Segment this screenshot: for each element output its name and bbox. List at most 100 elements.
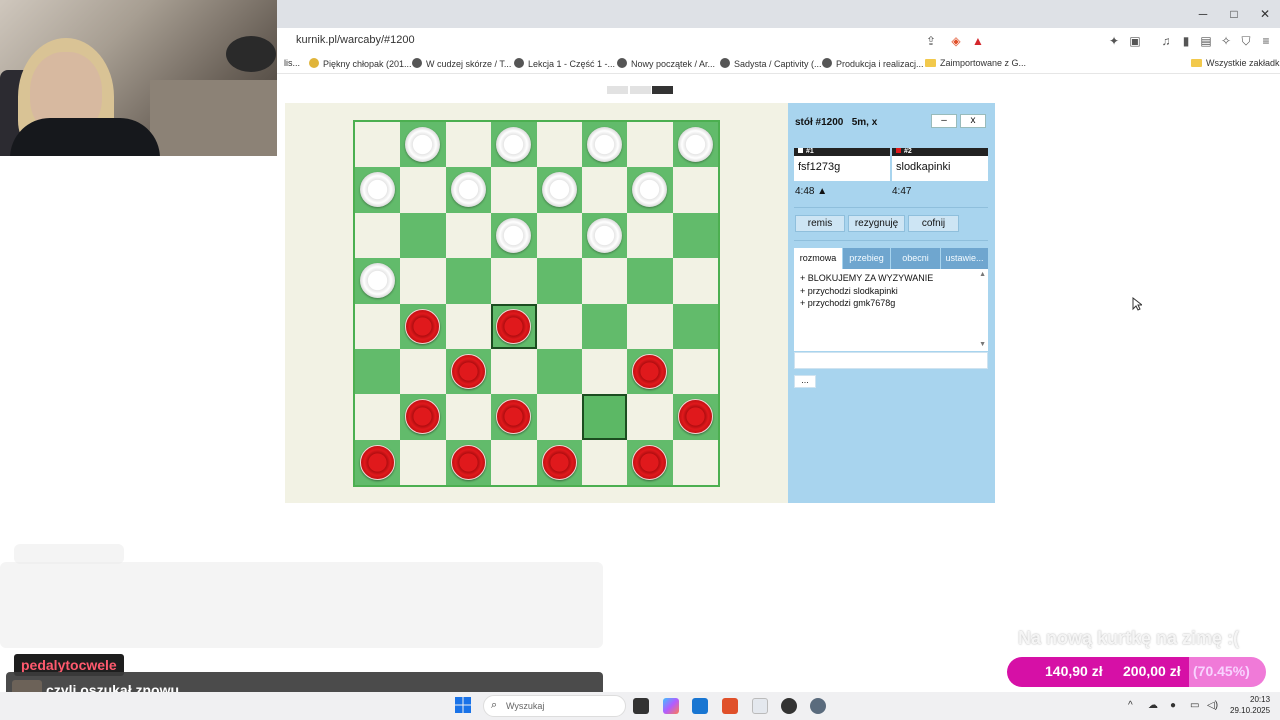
copilot-icon[interactable] <box>663 698 679 714</box>
board-square[interactable] <box>400 212 446 259</box>
nav-first-button[interactable] <box>607 86 628 94</box>
microphone-icon[interactable]: ● <box>1170 700 1176 711</box>
red-piece[interactable] <box>632 444 668 480</box>
white-piece[interactable] <box>450 172 486 208</box>
board-square[interactable] <box>445 258 492 304</box>
board-square[interactable] <box>673 349 718 394</box>
white-piece[interactable] <box>360 172 395 208</box>
white-piece[interactable] <box>586 127 622 162</box>
board-square[interactable] <box>627 258 673 304</box>
board-square[interactable] <box>355 394 400 439</box>
board-square[interactable] <box>355 122 400 167</box>
board-square[interactable] <box>491 349 536 394</box>
tab-search-icon[interactable]: ▣ <box>1127 33 1143 49</box>
white-piece[interactable] <box>632 172 668 208</box>
tab-settings[interactable]: ustawie... <box>941 248 988 269</box>
wallet-icon[interactable]: ▤ <box>1198 33 1214 49</box>
board-square[interactable] <box>400 440 445 485</box>
red-piece[interactable] <box>450 353 486 389</box>
red-piece[interactable] <box>360 444 395 480</box>
leo-ai-icon[interactable]: ✧ <box>1218 33 1234 49</box>
board-square[interactable] <box>673 258 718 303</box>
board-square[interactable] <box>537 304 582 349</box>
brave-browser-icon[interactable] <box>722 698 738 714</box>
board-square[interactable] <box>446 122 491 167</box>
red-piece[interactable] <box>496 399 532 435</box>
red-piece[interactable] <box>677 399 713 435</box>
network-icon[interactable]: ▭ <box>1190 700 1199 711</box>
brave-rewards-icon[interactable]: ▲ <box>970 33 986 49</box>
tab-chat[interactable]: rozmowa <box>794 248 842 269</box>
red-piece[interactable] <box>405 308 441 344</box>
maximize-window-button[interactable]: □ <box>1219 4 1249 24</box>
player-two-card[interactable]: #2 slodkapinki <box>892 148 988 181</box>
board-square[interactable] <box>581 394 628 440</box>
white-piece[interactable] <box>496 217 532 253</box>
board-square[interactable] <box>355 258 401 304</box>
board-square[interactable] <box>582 349 627 394</box>
board-square[interactable] <box>672 122 718 168</box>
board-square[interactable] <box>445 167 492 213</box>
white-piece[interactable] <box>496 127 532 162</box>
minimize-window-button[interactable]: ─ <box>1188 4 1218 24</box>
undo-button[interactable]: cofnij <box>908 215 959 232</box>
bookmark-item[interactable]: Nowy początek / Ar... <box>617 58 715 69</box>
board-square[interactable] <box>400 122 446 168</box>
board-square[interactable] <box>400 167 445 212</box>
more-options-button[interactable]: ... <box>794 375 816 388</box>
board-square[interactable] <box>627 213 672 258</box>
board-square[interactable] <box>446 213 491 258</box>
board-square[interactable] <box>536 167 582 213</box>
board-square[interactable] <box>400 394 446 440</box>
board-square[interactable] <box>536 439 582 485</box>
nav-prev-button[interactable] <box>630 86 651 94</box>
board-square[interactable] <box>672 303 718 349</box>
bookmark-item[interactable]: lis... <box>284 58 300 68</box>
red-piece[interactable] <box>450 444 486 480</box>
board-square[interactable] <box>537 394 582 439</box>
board-square[interactable] <box>581 212 628 259</box>
bookmark-item[interactable]: Produkcja i realizacj... <box>822 58 924 69</box>
chat-log[interactable]: + BLOKUJEMY ZA WYZYWANIE + przychodzi sl… <box>794 269 988 351</box>
extensions-icon[interactable]: ✦ <box>1106 33 1122 49</box>
board-square[interactable] <box>627 348 673 395</box>
board-square[interactable] <box>446 304 491 349</box>
board-square[interactable] <box>491 167 536 212</box>
board-square[interactable] <box>355 304 400 349</box>
board-square[interactable] <box>537 213 582 258</box>
taskbar-clock[interactable]: 20:13 29.10.2025 <box>1230 694 1270 716</box>
taskbar-search[interactable]: ⌕ Wyszukaj <box>483 695 626 717</box>
scroll-down-icon[interactable]: ▼ <box>979 341 986 348</box>
board-square[interactable] <box>400 258 445 303</box>
red-piece[interactable] <box>632 353 668 389</box>
board-square[interactable] <box>445 439 492 485</box>
media-icon[interactable]: ♫ <box>1158 33 1174 49</box>
player-one-card[interactable]: #1 fsf1273g <box>794 148 890 181</box>
share-icon[interactable]: ⇪ <box>923 33 939 49</box>
brave-shields-icon[interactable]: ◈ <box>948 33 964 49</box>
tab-moves[interactable]: przebieg <box>843 248 890 269</box>
board-square[interactable] <box>672 394 718 440</box>
settings-icon[interactable] <box>810 698 826 714</box>
board-square[interactable] <box>536 258 582 304</box>
board-square[interactable] <box>446 394 491 439</box>
minimize-panel-button[interactable]: – <box>931 114 957 128</box>
white-piece[interactable] <box>360 263 395 299</box>
board-square[interactable] <box>673 440 718 485</box>
checkers-board[interactable] <box>353 120 720 487</box>
tray-chevron-icon[interactable]: ^ <box>1128 700 1133 711</box>
obs-icon[interactable] <box>781 698 797 714</box>
board-square[interactable] <box>627 439 673 485</box>
board-square[interactable] <box>672 212 718 259</box>
board-square[interactable] <box>582 167 627 212</box>
board-square[interactable] <box>673 167 718 212</box>
board-square[interactable] <box>627 394 672 439</box>
board-square[interactable] <box>355 213 400 258</box>
bookmark-item[interactable]: Piękny chłopak (201... <box>309 58 412 69</box>
board-square[interactable] <box>582 258 627 303</box>
board-square[interactable] <box>582 440 627 485</box>
white-piece[interactable] <box>677 127 713 162</box>
volume-icon[interactable]: ◁) <box>1207 700 1218 711</box>
board-square[interactable] <box>627 167 673 213</box>
board-square[interactable] <box>627 122 672 167</box>
